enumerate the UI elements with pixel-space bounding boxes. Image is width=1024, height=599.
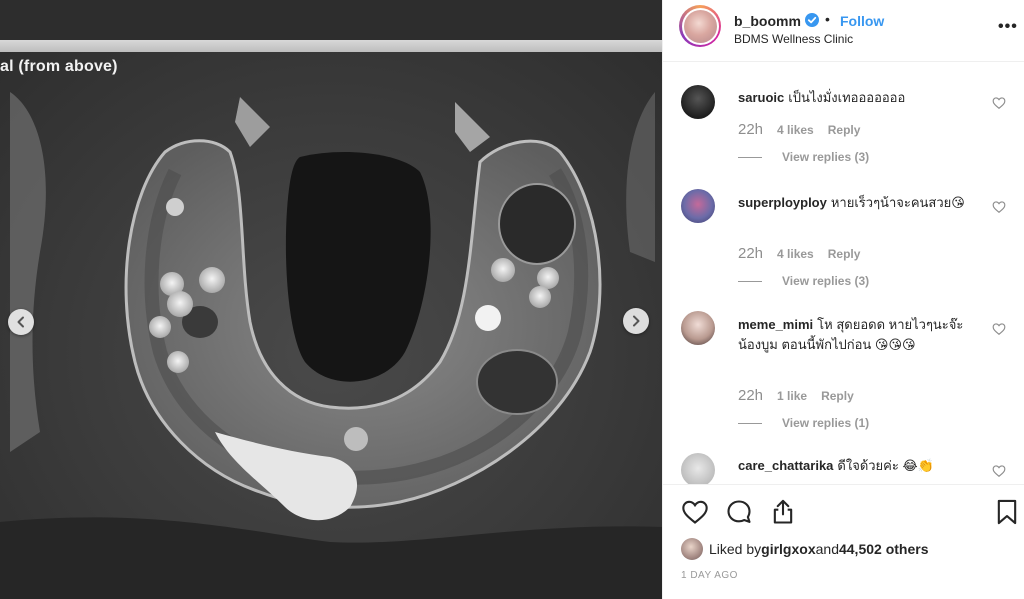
comments-list: saruoic เป็นไงมั่งเทอออออออ 22h 4 likes Rep…	[663, 62, 1024, 484]
media-top-edge	[0, 40, 662, 52]
view-replies-button[interactable]: View replies (1)	[738, 416, 869, 430]
chevron-left-icon	[17, 316, 24, 328]
replies-divider-line	[738, 422, 762, 424]
comment-time: 22h	[738, 245, 764, 262]
reply-button[interactable]: Reply	[828, 247, 861, 261]
author-avatar[interactable]	[679, 5, 721, 47]
ct-scan-image	[0, 92, 662, 599]
follow-button[interactable]: Follow	[840, 13, 884, 29]
commenter-avatar[interactable]	[681, 85, 715, 119]
likes-prefix: Liked by	[709, 541, 762, 557]
comment-bubble-icon[interactable]	[725, 498, 753, 526]
view-replies-label: View replies (3)	[782, 274, 870, 288]
reply-button[interactable]: Reply	[821, 389, 854, 403]
comment-text: หายเร็วๆน้าจะคนสวย😘	[830, 195, 965, 210]
header-separator: •	[825, 11, 830, 27]
likes-summary[interactable]: Liked by girlgxox and 44,502 others	[681, 538, 928, 560]
likes-middle: and	[815, 541, 839, 557]
comment-username[interactable]: superployploy	[738, 195, 827, 210]
comment-likes[interactable]: 4 likes	[777, 123, 814, 137]
comment-time: 22h	[738, 121, 764, 138]
comment-username[interactable]: care_chattarika	[738, 458, 833, 473]
chevron-right-icon	[633, 315, 640, 327]
view-replies-label: View replies (3)	[782, 150, 870, 164]
likes-count[interactable]: 44,502 others	[839, 541, 929, 557]
view-replies-label: View replies (1)	[782, 416, 870, 430]
view-replies-button[interactable]: View replies (3)	[738, 150, 869, 164]
liker-username[interactable]: girlgxox	[761, 541, 815, 557]
post-date: 1 DAY AGO	[681, 570, 738, 581]
commenter-avatar[interactable]	[681, 453, 715, 484]
replies-divider-line	[738, 156, 762, 158]
more-options-icon[interactable]: •••	[998, 18, 1018, 36]
like-comment-heart-icon[interactable]	[992, 96, 1006, 110]
comment-text-block: meme_mimi โห สุดยอดด หายไวๆนะจ๊ะน้องบูม ต…	[738, 315, 978, 355]
view-replies-button[interactable]: View replies (3)	[738, 274, 869, 288]
avatar-photo	[683, 9, 717, 43]
share-icon[interactable]	[769, 498, 797, 526]
author-username[interactable]: b_boomm	[734, 13, 801, 29]
post-media: al (from above)	[0, 0, 662, 599]
like-heart-icon[interactable]	[681, 498, 709, 526]
comment-text-block: care_chattarika ดีใจด้วยค่ะ 😂👏	[738, 456, 978, 476]
media-caption: al (from above)	[0, 58, 118, 75]
avatar-inner	[681, 7, 719, 45]
liker-avatar[interactable]	[681, 538, 703, 560]
comment-username[interactable]: meme_mimi	[738, 317, 813, 332]
comment-likes[interactable]: 1 like	[777, 389, 807, 403]
next-media-button[interactable]	[623, 308, 649, 334]
commenter-avatar[interactable]	[681, 311, 715, 345]
comment-username[interactable]: saruoic	[738, 90, 784, 105]
reply-button[interactable]: Reply	[828, 123, 861, 137]
like-comment-heart-icon[interactable]	[992, 322, 1006, 336]
media-top-bar	[0, 0, 662, 40]
comment-meta: 22h 4 likes Reply	[738, 245, 874, 262]
comment-text-block: saruoic เป็นไงมั่งเทอออออออ	[738, 88, 978, 108]
replies-divider-line	[738, 280, 762, 282]
commenter-avatar[interactable]	[681, 189, 715, 223]
bookmark-icon[interactable]	[993, 498, 1021, 526]
post-panel: b_boomm • Follow BDMS Wellness Clinic ••…	[662, 0, 1024, 599]
like-comment-heart-icon[interactable]	[992, 464, 1006, 478]
previous-media-button[interactable]	[8, 309, 34, 335]
post-location[interactable]: BDMS Wellness Clinic	[734, 32, 853, 46]
comment-meta: 22h 4 likes Reply	[738, 121, 874, 138]
comment-time: 22h	[738, 387, 764, 404]
comment-likes[interactable]: 4 likes	[777, 247, 814, 261]
post-header: b_boomm • Follow BDMS Wellness Clinic ••…	[663, 0, 1024, 62]
comment-text-block: superployploy หายเร็วๆน้าจะคนสวย😘	[738, 193, 970, 213]
comment-text: เป็นไงมั่งเทอออออออ	[788, 90, 906, 105]
comment-meta: 22h 1 like Reply	[738, 387, 868, 404]
comment-text: ดีใจด้วยค่ะ 😂👏	[837, 458, 934, 473]
verified-badge-icon	[805, 13, 819, 27]
like-comment-heart-icon[interactable]	[992, 200, 1006, 214]
